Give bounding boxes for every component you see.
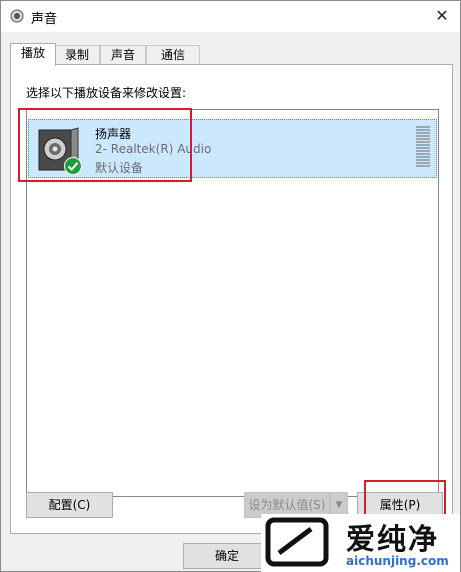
configure-button[interactable]: 配置(C) (26, 492, 113, 518)
tab-communications[interactable]: 通信 (146, 45, 200, 65)
title-bar: 声音 ✕ (1, 1, 460, 32)
annotation-highlight-device (18, 108, 192, 182)
watermark-text: 爱纯净 (346, 522, 440, 556)
tab-playback[interactable]: 播放 (10, 43, 56, 66)
ok-button[interactable]: 确定 (183, 543, 271, 569)
watermark-url: aichunjing.com (346, 554, 449, 568)
speaker-app-icon (10, 9, 24, 23)
tab-recording[interactable]: 录制 (54, 45, 100, 65)
watermark-logo-icon (265, 517, 329, 567)
window-title: 声音 (31, 12, 58, 27)
volume-meter (416, 126, 430, 168)
close-icon[interactable]: ✕ (424, 1, 460, 31)
instruction-label: 选择以下播放设备来修改设置: (26, 86, 187, 100)
tab-sounds[interactable]: 声音 (100, 45, 146, 65)
watermark: 爱纯净 aichunjing.com (261, 514, 460, 572)
